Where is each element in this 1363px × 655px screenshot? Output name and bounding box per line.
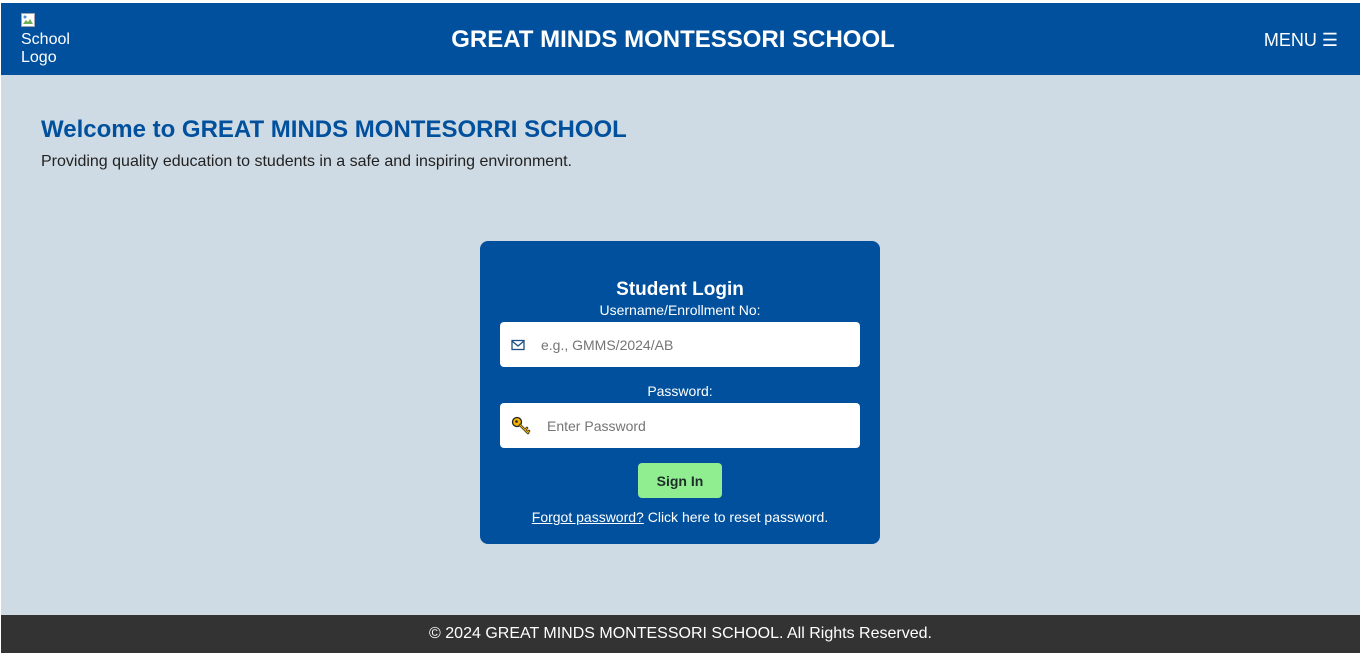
forgot-password-line: Forgot password? Click here to reset pas… <box>480 509 880 525</box>
password-input[interactable] <box>547 403 851 448</box>
username-input[interactable] <box>541 322 851 367</box>
welcome-heading: Welcome to GREAT MINDS MONTESORRI SCHOOL <box>41 116 627 143</box>
username-field-wrapper <box>500 322 860 367</box>
password-label: Password: <box>647 383 713 399</box>
password-field-wrapper <box>500 403 860 448</box>
welcome-subtext: Providing quality education to students … <box>41 153 572 170</box>
site-footer: © 2024 GREAT MINDS MONTESSORI SCHOOL. Al… <box>1 615 1360 653</box>
sign-in-button[interactable]: Sign In <box>638 463 722 498</box>
login-card: Student Login Username/Enrollment No: Pa… <box>480 241 880 544</box>
site-title: GREAT MINDS MONTESSORI SCHOOL <box>451 26 895 53</box>
mail-icon <box>511 339 525 351</box>
reset-password-text: Click here to reset password. <box>643 509 829 525</box>
username-label: Username/Enrollment No: <box>599 302 761 318</box>
forgot-password-link[interactable]: Forgot password? <box>532 509 644 525</box>
login-title: Student Login <box>616 279 744 300</box>
key-icon <box>511 416 531 435</box>
broken-image-icon <box>21 13 35 27</box>
menu-button[interactable]: MENU ☰ <box>1264 30 1338 51</box>
page: School Logo GREAT MINDS MONTESSORI SCHOO… <box>1 3 1360 653</box>
footer-copyright: © 2024 GREAT MINDS MONTESSORI SCHOOL. Al… <box>429 625 932 642</box>
site-header: School Logo GREAT MINDS MONTESSORI SCHOO… <box>1 3 1360 75</box>
